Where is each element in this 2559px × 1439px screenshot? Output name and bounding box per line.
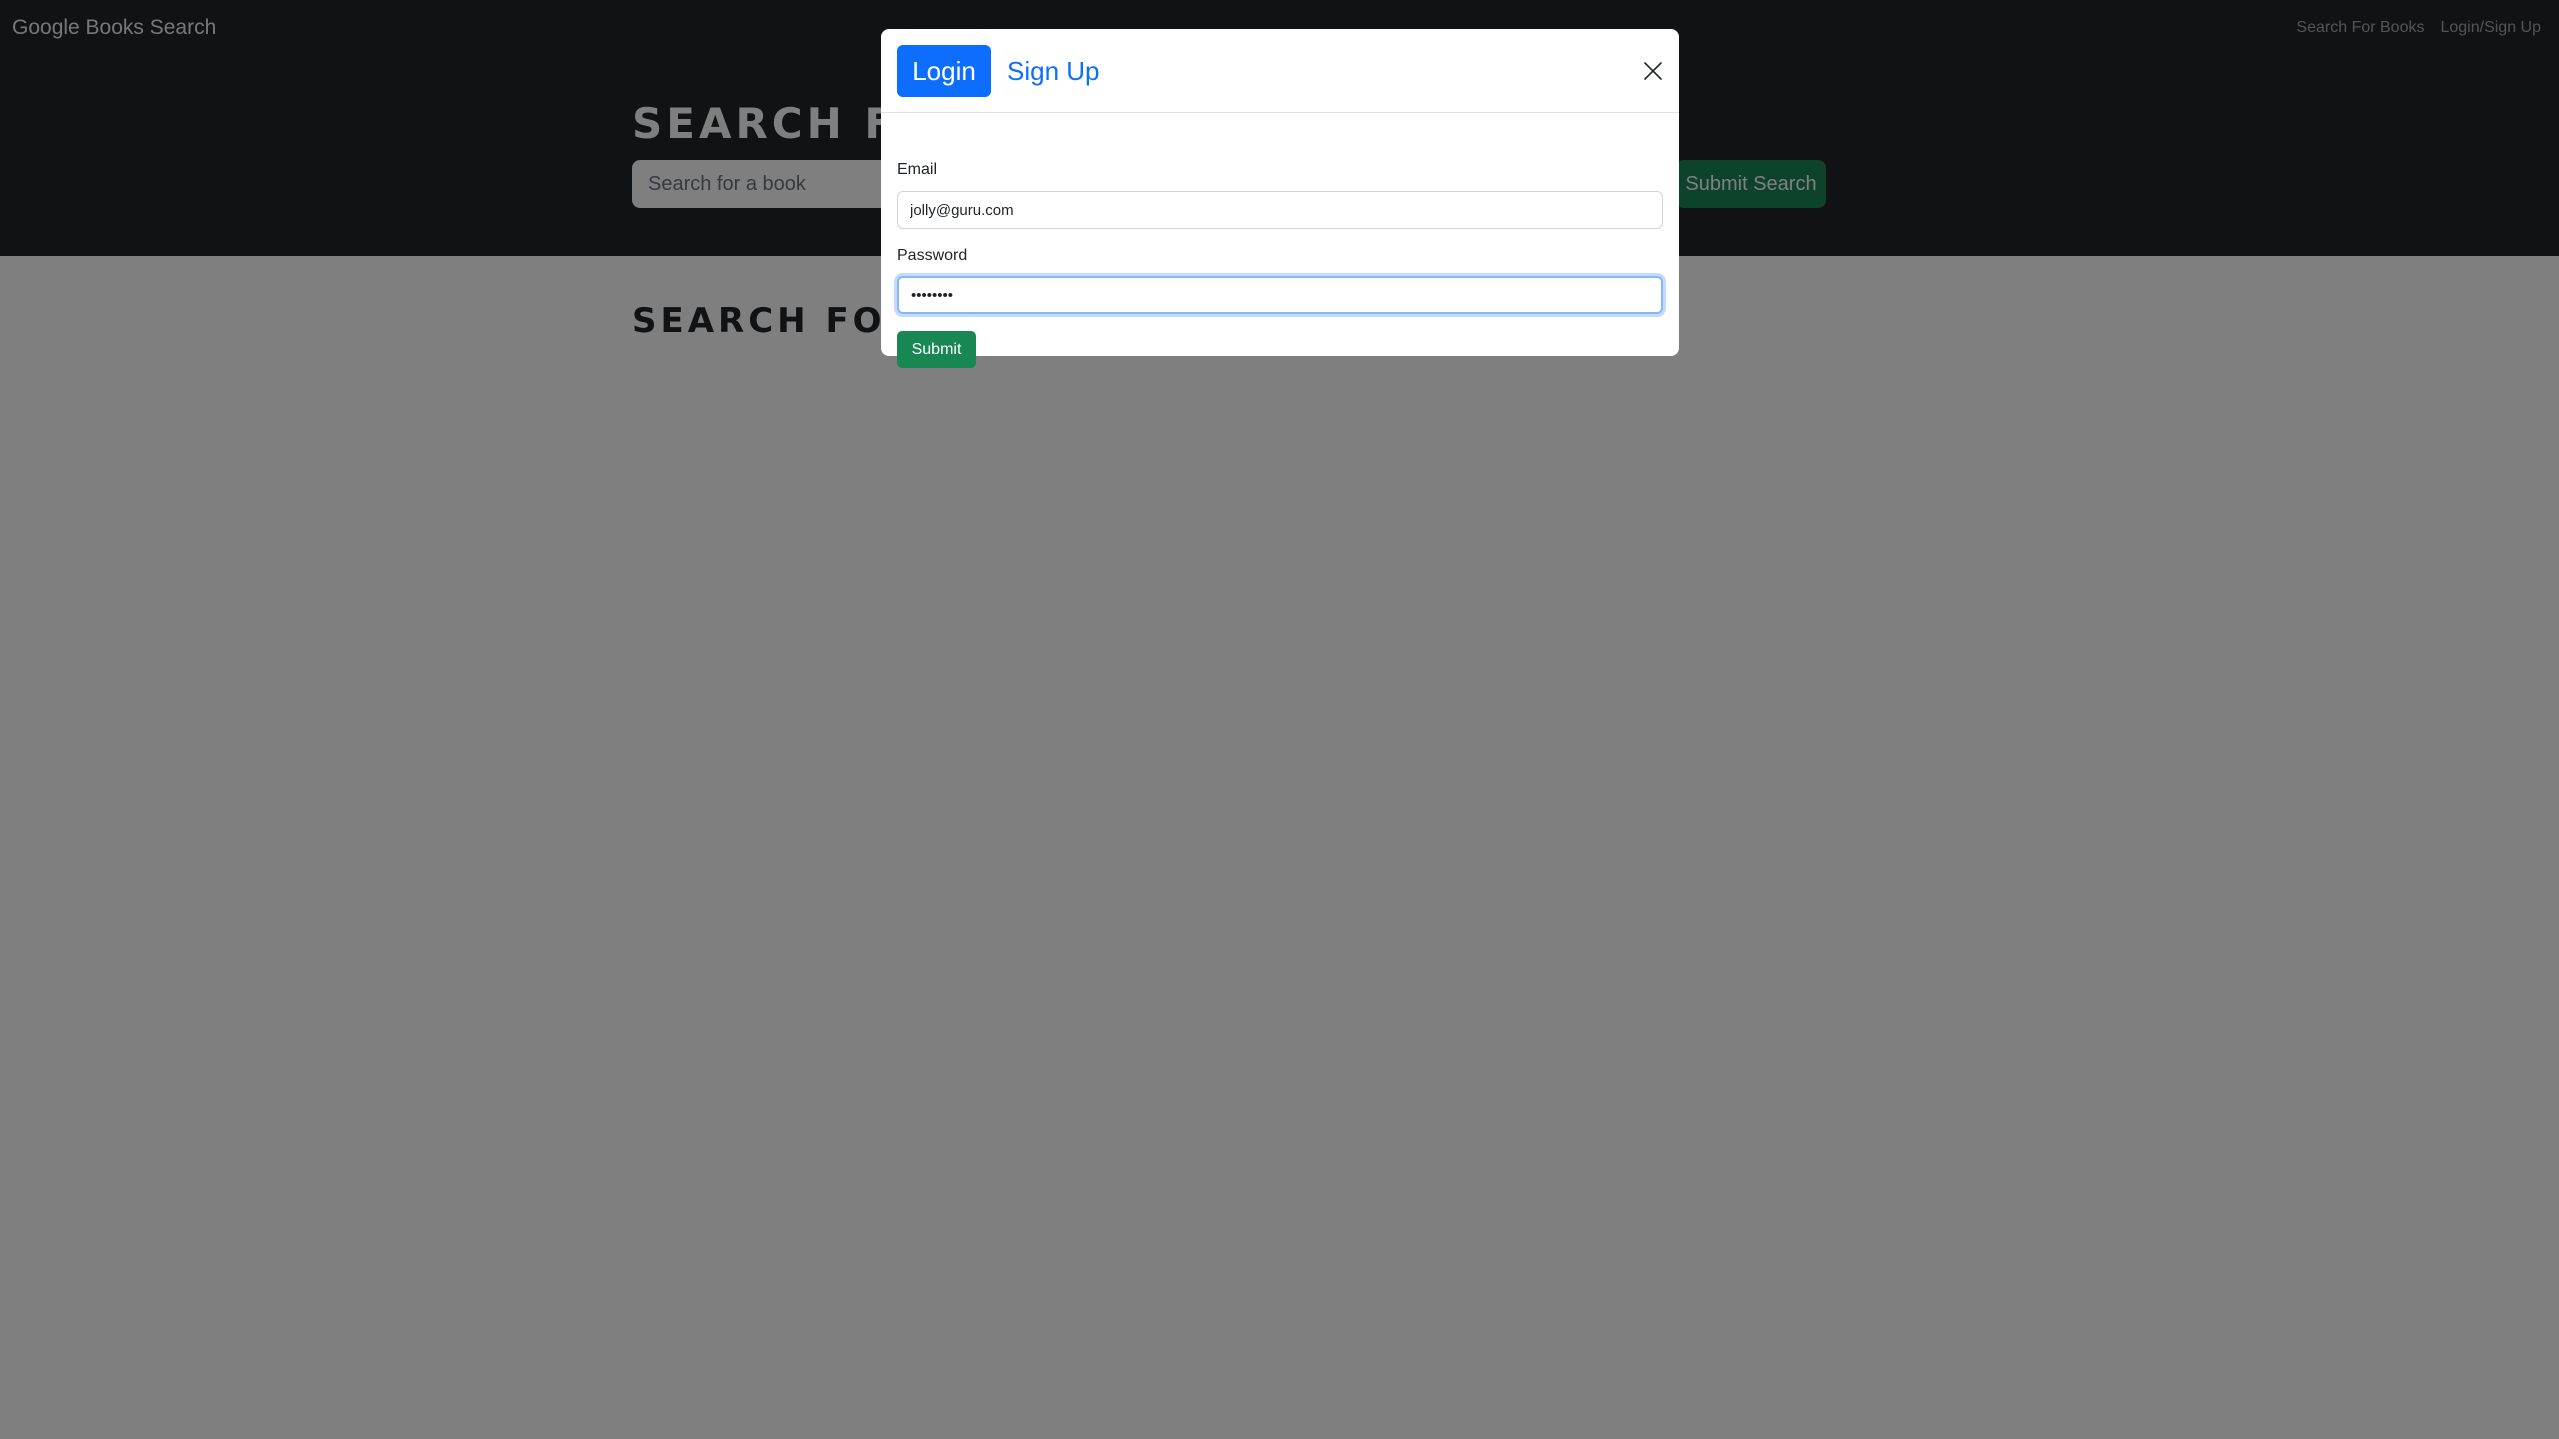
- password-label: Password: [897, 247, 968, 264]
- email-field[interactable]: [897, 191, 1663, 229]
- close-icon: [1644, 62, 1662, 80]
- tab-login[interactable]: Login: [897, 45, 991, 97]
- login-modal: Login Sign Up Email Password Submit: [881, 29, 1679, 368]
- login-submit-button[interactable]: Submit: [897, 331, 976, 368]
- email-label: Email: [897, 161, 938, 178]
- password-field[interactable]: [897, 276, 1663, 314]
- modal-header: Login Sign Up: [881, 29, 1679, 113]
- close-button[interactable]: [1641, 59, 1665, 83]
- tab-sign-up[interactable]: Sign Up: [1003, 45, 1104, 97]
